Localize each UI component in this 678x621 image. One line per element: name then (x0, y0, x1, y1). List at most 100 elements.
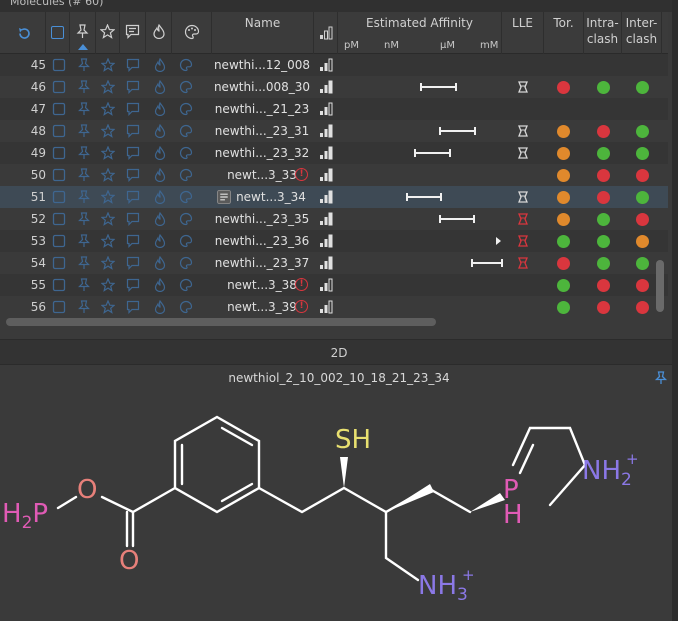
comment-icon[interactable] (126, 278, 140, 292)
table-row[interactable]: 46 newthi...008_30 (0, 76, 668, 98)
table-row[interactable]: 50 newt...3_33! (0, 164, 668, 186)
bar-levels-icon[interactable] (319, 58, 333, 72)
header-affinity[interactable]: Estimated Affinity pM nM µM mM (338, 12, 502, 54)
comment-icon[interactable] (126, 102, 140, 116)
palette-icon[interactable] (179, 278, 193, 292)
header-tor[interactable]: Tor. (544, 12, 584, 54)
pin-icon[interactable] (77, 168, 91, 182)
header-palette[interactable] (172, 12, 212, 54)
pin-icon[interactable] (77, 300, 91, 314)
molecule-name-cell[interactable]: newthi..._23_36 (212, 230, 312, 252)
palette-icon[interactable] (179, 234, 193, 248)
wedge-bond-chain (386, 484, 434, 512)
palette-icon[interactable] (179, 102, 193, 116)
bar-levels-icon[interactable] (319, 278, 333, 292)
horizontal-scrollbar[interactable] (6, 318, 436, 326)
molecules-table: Name Estimated Affinity pM nM µM mM LLE … (0, 12, 668, 326)
bar-levels-icon[interactable] (319, 102, 333, 116)
error-icon[interactable]: ! (295, 300, 308, 313)
error-icon[interactable]: ! (295, 168, 308, 181)
unit-pm: pM (344, 40, 359, 51)
header-bars[interactable] (314, 12, 338, 54)
flame-icon[interactable] (153, 168, 167, 182)
table-row[interactable]: 52 newthi..._23_35 (0, 208, 668, 230)
select-all-checkbox[interactable] (51, 26, 64, 39)
row-checkbox[interactable] (52, 168, 66, 182)
table-row[interactable]: 53 newthi..._23_36 (0, 230, 668, 252)
bar-levels-icon[interactable] (319, 168, 333, 182)
structure-2d-panel: newthiol_2_10_002_10_18_21_23_34 H2P O O… (0, 365, 678, 621)
row-checkbox[interactable] (52, 102, 66, 116)
palette-icon[interactable] (179, 300, 193, 314)
row-number: 55 (30, 278, 46, 292)
lle-efficiency-icon (518, 257, 528, 269)
tor-status-dot (557, 235, 570, 248)
lle-efficiency-icon (518, 213, 528, 225)
header-inter-clash[interactable]: Inter- clash (622, 12, 662, 54)
header-select-all[interactable] (46, 12, 70, 54)
pin-icon[interactable] (77, 102, 91, 116)
comment-icon[interactable] (126, 168, 140, 182)
row-number: 53 (30, 234, 46, 248)
header-comment[interactable] (120, 12, 146, 54)
header-intra-clash[interactable]: Intra- clash (584, 12, 622, 54)
palette-icon[interactable] (179, 58, 193, 72)
flame-icon[interactable] (153, 58, 167, 72)
palette-icon[interactable] (184, 24, 200, 40)
flame-icon[interactable] (152, 24, 166, 39)
molecule-name-cell[interactable]: newthi...12_008 (212, 54, 312, 76)
pin-icon[interactable] (75, 24, 90, 39)
comment-icon[interactable] (126, 58, 140, 72)
lle-efficiency-icon (518, 147, 528, 159)
row-checkbox[interactable] (52, 58, 66, 72)
header-name[interactable]: Name (212, 12, 314, 54)
table-row[interactable]: 45 newthi...12_008 (0, 54, 668, 76)
row-checkbox[interactable] (52, 278, 66, 292)
star-icon[interactable] (101, 58, 115, 72)
table-row[interactable]: 54 newthi..._23_37 (0, 252, 668, 274)
star-icon[interactable] (100, 24, 115, 39)
error-icon[interactable]: ! (295, 278, 308, 291)
reset-icon[interactable] (17, 26, 32, 41)
comment-icon[interactable] (126, 234, 140, 248)
row-checkbox[interactable] (52, 234, 66, 248)
inter-status-dot (636, 81, 649, 94)
star-icon[interactable] (101, 234, 115, 248)
header-star[interactable] (96, 12, 120, 54)
atom-h-ring: H (503, 500, 523, 530)
table-row[interactable]: 47 newthi..._21_23 (0, 98, 668, 120)
star-icon[interactable] (101, 102, 115, 116)
table-row[interactable]: 51 newt...3_34 (0, 186, 668, 208)
star-icon[interactable] (101, 168, 115, 182)
star-icon[interactable] (101, 278, 115, 292)
flame-icon[interactable] (153, 234, 167, 248)
header-reset[interactable] (0, 12, 46, 54)
table-row[interactable]: 49 newthi..._23_32 (0, 142, 668, 164)
palette-icon[interactable] (179, 168, 193, 182)
header-lle[interactable]: LLE (502, 12, 544, 54)
star-icon[interactable] (101, 300, 115, 314)
comment-icon[interactable] (126, 300, 140, 314)
table-row[interactable]: 48 newthi..._23_31 (0, 120, 668, 142)
bar-levels-icon[interactable] (319, 300, 333, 314)
flame-icon[interactable] (153, 300, 167, 314)
vertical-scrollbar[interactable] (656, 260, 664, 312)
inter-status-dot (636, 279, 649, 292)
pin-icon[interactable] (77, 234, 91, 248)
lle-efficiency-icon (518, 191, 528, 203)
panel-title-bar: Molecules (# 60) (0, 0, 678, 12)
pin-icon[interactable] (77, 278, 91, 292)
table-row[interactable]: 55 newt...3_38! (0, 274, 668, 296)
header-pin[interactable] (70, 12, 96, 54)
table-row[interactable]: 56 newt...3_39! (0, 296, 668, 318)
flame-icon[interactable] (153, 102, 167, 116)
row-checkbox[interactable] (52, 300, 66, 314)
comment-icon[interactable] (125, 24, 140, 39)
bar-levels-icon[interactable] (319, 26, 333, 40)
flame-icon[interactable] (153, 278, 167, 292)
molecule-name-cell[interactable]: newthi..._21_23 (212, 98, 312, 120)
header-flame[interactable] (146, 12, 172, 54)
bar-levels-icon[interactable] (319, 234, 333, 248)
pin-icon[interactable] (77, 58, 91, 72)
inter-status-dot (636, 125, 649, 138)
